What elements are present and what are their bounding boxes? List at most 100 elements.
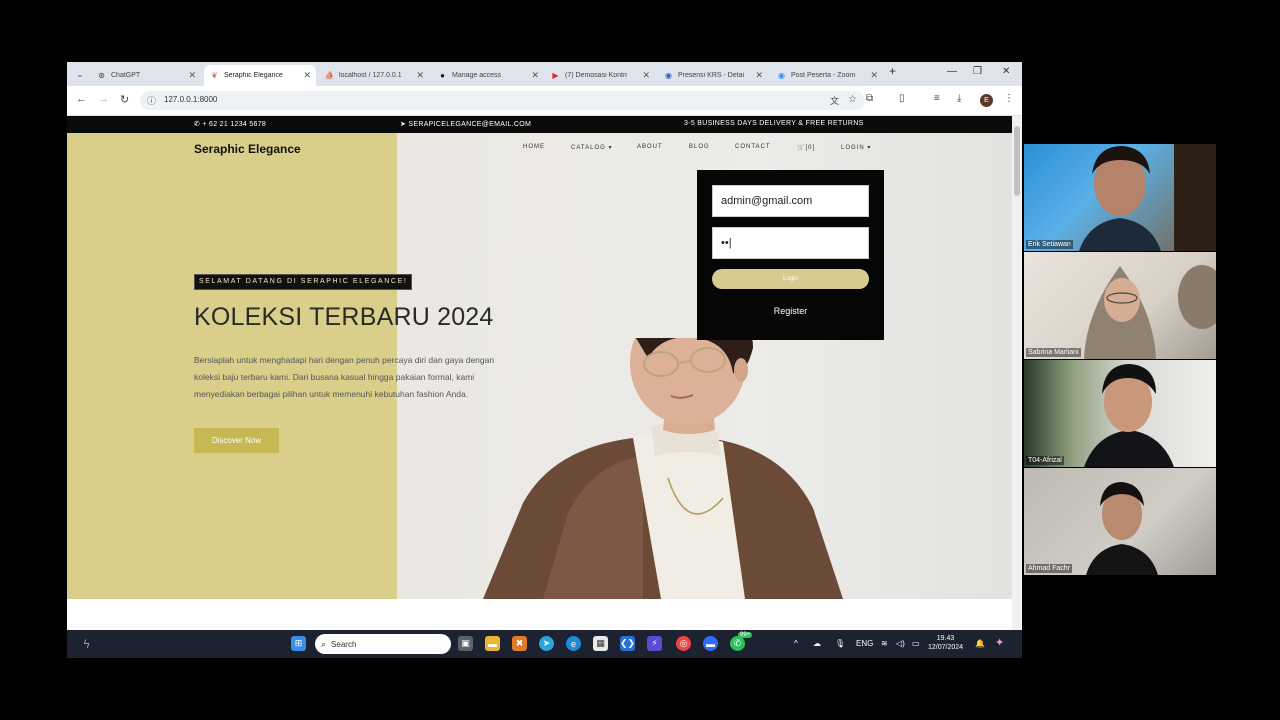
- download-icon[interactable]: ⤓: [957, 93, 961, 104]
- tab-search-icon[interactable]: ⌄: [73, 67, 87, 81]
- hero-model-image: [483, 338, 843, 599]
- xampp-icon[interactable]: ✖: [512, 636, 527, 651]
- hero-title: KOLEKSI TERBARU 2024: [194, 303, 494, 331]
- windows-taskbar: ϟ ⊞ ⌕ Search ▣ ▬ ✖ ➤ e ▦ ❮❯ ⚡ ◎ ▬ ✆ 99+ …: [67, 630, 1022, 658]
- nav-contact[interactable]: CONTACT: [735, 144, 771, 150]
- chrome-icon[interactable]: ◎: [676, 636, 691, 651]
- bookmark-star-icon[interactable]: ☆: [848, 94, 857, 105]
- hero-description: Bersiaplah untuk menghadapi hari dengan …: [194, 355, 495, 399]
- whatsapp-icon[interactable]: ✆: [730, 636, 745, 651]
- telegram-icon[interactable]: ➤: [539, 636, 554, 651]
- nav-about[interactable]: ABOUT: [637, 144, 663, 150]
- close-icon[interactable]: ✕: [416, 70, 424, 81]
- email-text: ➤ SERAPICELEGANCE@EMAIL.COM: [400, 121, 532, 128]
- store-icon[interactable]: ▦: [593, 636, 608, 651]
- tab-youtube[interactable]: ▶ (7) Demosasi Kontri ✕: [545, 65, 655, 86]
- notification-bell-icon[interactable]: 🔔: [975, 639, 985, 648]
- extensions-icon[interactable]: ⧉: [866, 93, 873, 104]
- tray-chevron-icon[interactable]: ^: [794, 639, 798, 648]
- participant-name: Sabrina Marliani: [1026, 348, 1081, 357]
- reading-mode-icon[interactable]: ▯: [899, 93, 905, 104]
- email-field[interactable]: admin@gmail.com: [712, 185, 869, 217]
- menu-kebab-icon[interactable]: ⋮: [1004, 93, 1014, 104]
- tab-seraphic-elegance[interactable]: ❦ Seraphic Elegance ✕: [204, 65, 316, 86]
- zoom-taskbar-icon[interactable]: ▬: [703, 636, 718, 651]
- file-explorer-icon[interactable]: ▬: [485, 636, 500, 651]
- search-icon: ⌕: [321, 638, 327, 649]
- vscode-icon[interactable]: ❮❯: [620, 636, 635, 651]
- close-icon[interactable]: ✕: [531, 70, 539, 81]
- login-button[interactable]: Login: [712, 269, 869, 289]
- reload-icon[interactable]: ↻: [120, 93, 129, 106]
- tab-presensi-krs[interactable]: ◉ Presensi KRS - Detai ✕: [658, 65, 768, 86]
- whatsapp-badge: 99+: [738, 632, 753, 638]
- participant-name: Erik Setiawan: [1026, 240, 1073, 249]
- url-input[interactable]: ⓘ 127.0.0.1:8000 文 ☆: [140, 91, 865, 110]
- close-icon[interactable]: ✕: [642, 70, 650, 81]
- phone-text: ✆ + 62 21 1234 5678: [194, 121, 267, 128]
- close-icon[interactable]: ✕: [188, 70, 196, 81]
- hero-section: Seraphic Elegance HOME CATALOG ▾ ABOUT B…: [67, 133, 1012, 599]
- restore-button[interactable]: ❐: [973, 66, 982, 77]
- system-clock[interactable]: 19.43 12/07/2024: [928, 634, 963, 652]
- send-icon: ➤: [400, 121, 407, 128]
- close-icon[interactable]: ✕: [755, 70, 763, 81]
- page-scrollbar[interactable]: [1012, 116, 1022, 630]
- copilot-icon[interactable]: ✦: [995, 636, 1004, 649]
- minimize-button[interactable]: —: [947, 66, 957, 77]
- nav-cart[interactable]: 🛒[0]: [797, 144, 815, 151]
- github-icon: ●: [440, 71, 445, 80]
- new-tab-button[interactable]: +: [889, 64, 896, 78]
- edge-icon[interactable]: e: [566, 636, 581, 651]
- close-icon[interactable]: ✕: [303, 70, 311, 81]
- back-icon[interactable]: ←: [76, 93, 87, 105]
- phone-icon: ✆: [194, 121, 201, 128]
- browser-window: ⌄ ⊛ ChatGPT ✕ ❦ Seraphic Elegance ✕ ⛵ lo…: [67, 62, 1022, 630]
- password-field[interactable]: ••|: [712, 227, 869, 259]
- site-info-icon[interactable]: ⓘ: [147, 94, 156, 107]
- participant-tile[interactable]: Ahmad Fachr: [1024, 468, 1216, 575]
- media-control-icon[interactable]: ≡: [934, 93, 940, 104]
- participant-tile[interactable]: Erik Setiawan: [1024, 144, 1216, 251]
- profile-avatar[interactable]: E: [980, 94, 993, 107]
- widgets-icon[interactable]: ϟ: [79, 636, 94, 651]
- phpmyadmin-icon: ⛵: [324, 71, 335, 80]
- battery-icon[interactable]: ▭: [912, 639, 920, 648]
- tab-bar: ⌄ ⊛ ChatGPT ✕ ❦ Seraphic Elegance ✕ ⛵ lo…: [67, 62, 1022, 86]
- tab-zoom[interactable]: ◉ Post Peserta - Zoom ✕: [771, 65, 883, 86]
- participant-video: [1079, 144, 1216, 251]
- task-view-icon[interactable]: ▣: [458, 636, 473, 651]
- discover-now-button[interactable]: Discover Now: [194, 428, 279, 453]
- language-indicator[interactable]: ENG: [856, 639, 873, 648]
- nav-catalog[interactable]: CATALOG ▾: [571, 144, 612, 151]
- register-link[interactable]: Register: [697, 306, 884, 316]
- start-icon[interactable]: ⊞: [291, 636, 306, 651]
- scrollbar-thumb[interactable]: [1014, 126, 1020, 196]
- screen: ⌄ ⊛ ChatGPT ✕ ❦ Seraphic Elegance ✕ ⛵ lo…: [0, 0, 1280, 720]
- participant-tile[interactable]: Sabrina Marliani: [1024, 252, 1216, 359]
- microphone-icon[interactable]: 🎙: [835, 639, 845, 648]
- close-icon[interactable]: ✕: [870, 70, 878, 81]
- address-bar: ← → ↻ ⓘ 127.0.0.1:8000 文 ☆ ⧉ ▯ ≡ ⤓ E ⋮: [67, 86, 1022, 116]
- onedrive-icon[interactable]: ☁: [813, 639, 821, 648]
- translate-icon[interactable]: 文: [830, 94, 839, 107]
- tab-manage-access[interactable]: ● Manage access ✕: [432, 65, 544, 86]
- welcome-badge: SELAMAT DATANG DI SERAPHIC ELEGANCE!: [194, 274, 413, 290]
- youtube-icon: ▶: [552, 71, 559, 80]
- nav-blog[interactable]: BLOG: [689, 144, 710, 150]
- login-dropdown: admin@gmail.com ••| Login Register: [697, 170, 884, 340]
- wifi-icon[interactable]: ≋: [881, 639, 888, 648]
- forward-icon[interactable]: →: [98, 93, 109, 105]
- tab-localhost[interactable]: ⛵ localhost / 127.0.0.1 ✕: [319, 65, 429, 86]
- taskbar-search[interactable]: ⌕ Search: [315, 634, 451, 654]
- tab-chatgpt[interactable]: ⊛ ChatGPT ✕: [91, 65, 201, 86]
- volume-icon[interactable]: ◁): [896, 639, 905, 648]
- participant-tile[interactable]: T04-Afrizal: [1024, 360, 1216, 467]
- chatgpt-icon: ⊛: [98, 71, 105, 80]
- web-page: ✆ + 62 21 1234 5678 ➤ SERAPICELEGANCE@EM…: [67, 116, 1012, 630]
- nav-login[interactable]: LOGIN ▾: [841, 144, 871, 151]
- app-icon[interactable]: ⚡: [647, 636, 662, 651]
- site-logo-title[interactable]: Seraphic Elegance: [194, 142, 301, 156]
- window-close-button[interactable]: ✕: [1002, 66, 1010, 77]
- nav-home[interactable]: HOME: [523, 144, 545, 150]
